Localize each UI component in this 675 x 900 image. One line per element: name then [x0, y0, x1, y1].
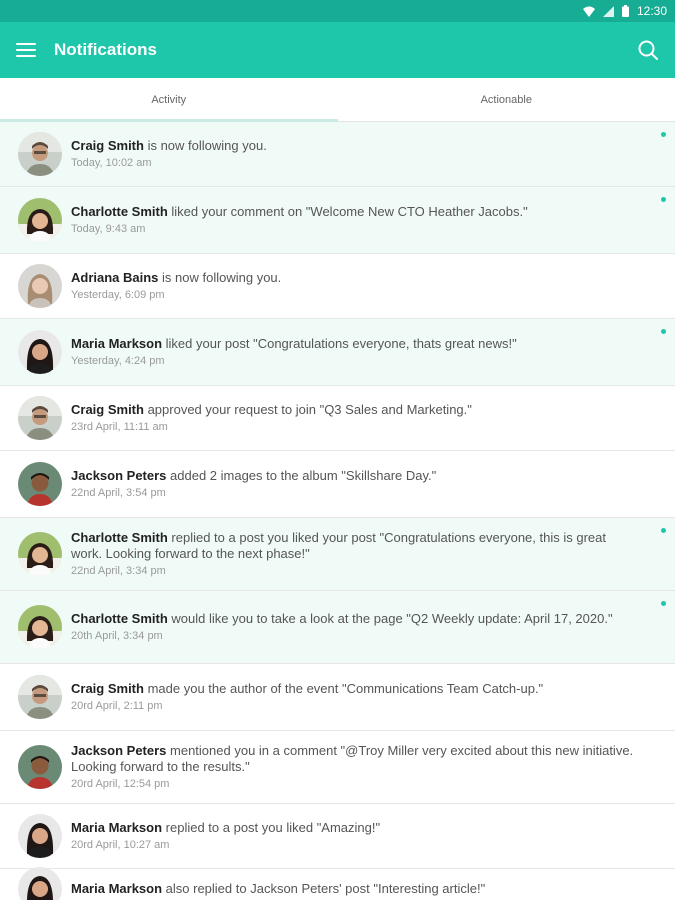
timestamp: 20rd April, 12:54 pm — [71, 778, 170, 790]
notification-message: Adriana Bains is now following you. — [71, 270, 639, 286]
notification-text: is now following you. — [143, 138, 267, 153]
notification-message: Craig Smith made you the author of the e… — [71, 681, 639, 697]
signal-icon — [602, 5, 614, 17]
notification-content: Craig Smith approved your request to joi… — [71, 402, 639, 434]
notification-content: Craig Smith is now following you. Today, … — [71, 138, 639, 170]
notification-content: Charlotte Smith replied to a post you li… — [71, 530, 639, 578]
user-name[interactable]: Charlotte Smith — [71, 611, 168, 626]
notification-item[interactable]: Maria Markson replied to a post you like… — [0, 804, 675, 869]
notification-item[interactable]: Craig Smith made you the author of the e… — [0, 664, 675, 731]
notification-content: Maria Markson replied to a post you like… — [71, 820, 639, 852]
notification-message: Charlotte Smith would like you to take a… — [71, 611, 639, 627]
notification-message: Jackson Peters added 2 images to the alb… — [71, 468, 639, 484]
notification-list: Craig Smith is now following you. Today, … — [0, 122, 675, 900]
user-name[interactable]: Maria Markson — [71, 820, 162, 835]
avatar[interactable] — [18, 330, 62, 374]
notification-content: Charlotte Smith liked your comment on "W… — [71, 204, 639, 236]
notification-text: replied to a post you liked "Amazing!" — [162, 820, 381, 835]
wifi-icon — [582, 6, 595, 17]
avatar[interactable] — [18, 745, 62, 789]
timestamp: 20rd April, 2:11 pm — [71, 700, 163, 712]
avatar[interactable] — [18, 675, 62, 719]
user-name[interactable]: Craig Smith — [71, 402, 144, 417]
timestamp: Yesterday, 6:09 pm — [71, 289, 165, 301]
notification-message: Charlotte Smith liked your comment on "W… — [71, 204, 639, 220]
notification-text: approved your request to join "Q3 Sales … — [143, 402, 472, 417]
unread-indicator — [661, 329, 666, 334]
battery-icon — [621, 5, 629, 17]
tab-actionable[interactable]: Actionable — [338, 78, 675, 121]
notification-content: Charlotte Smith would like you to take a… — [71, 611, 639, 643]
notification-text: made you the author of the event "Commun… — [143, 681, 544, 696]
notification-content: Jackson Peters added 2 images to the alb… — [71, 468, 639, 500]
user-name[interactable]: Maria Markson — [71, 881, 162, 896]
timestamp: Yesterday, 4:24 pm — [71, 355, 165, 367]
notification-item[interactable]: Jackson Peters added 2 images to the alb… — [0, 451, 675, 518]
notification-item[interactable]: Jackson Peters mentioned you in a commen… — [0, 731, 675, 804]
status-bar: 12:30 — [0, 0, 675, 22]
avatar[interactable] — [18, 532, 62, 576]
notification-text: liked your comment on "Welcome New CTO H… — [167, 204, 528, 219]
notification-text: liked your post "Congratulations everyon… — [162, 336, 517, 351]
user-name[interactable]: Charlotte Smith — [71, 204, 168, 219]
avatar[interactable] — [18, 866, 62, 900]
user-name[interactable]: Charlotte Smith — [71, 530, 168, 545]
notification-item[interactable]: Craig Smith approved your request to joi… — [0, 386, 675, 451]
timestamp: 22nd April, 3:54 pm — [71, 487, 166, 499]
avatar[interactable] — [18, 396, 62, 440]
notification-content: Maria Markson also replied to Jackson Pe… — [71, 881, 639, 897]
timestamp: 20rd April, 10:27 am — [71, 839, 170, 851]
notification-item[interactable]: Adriana Bains is now following you. Yeste… — [0, 254, 675, 319]
tab-activity[interactable]: Activity — [0, 78, 338, 122]
user-name[interactable]: Jackson Peters — [71, 468, 166, 483]
avatar[interactable] — [18, 462, 62, 506]
notification-item[interactable]: Charlotte Smith would like you to take a… — [0, 591, 675, 664]
notification-text: is now following you. — [158, 270, 282, 285]
notification-message: Craig Smith is now following you. — [71, 138, 639, 154]
notification-content: Maria Markson liked your post "Congratul… — [71, 336, 639, 368]
avatar[interactable] — [18, 814, 62, 858]
notification-content: Adriana Bains is now following you. Yeste… — [71, 270, 639, 302]
user-name[interactable]: Craig Smith — [71, 681, 144, 696]
notification-message: Maria Markson liked your post "Congratul… — [71, 336, 639, 352]
avatar[interactable] — [18, 605, 62, 649]
avatar[interactable] — [18, 198, 62, 242]
timestamp: Today, 10:02 am — [71, 157, 152, 169]
timestamp: 22nd April, 3:34 pm — [71, 565, 166, 577]
notification-item[interactable]: Charlotte Smith replied to a post you li… — [0, 518, 675, 591]
timestamp: Today, 9:43 am — [71, 223, 146, 235]
notification-message: Maria Markson replied to a post you like… — [71, 820, 639, 836]
status-time: 12:30 — [636, 4, 667, 18]
notification-message: Jackson Peters mentioned you in a commen… — [71, 743, 639, 775]
user-name[interactable]: Craig Smith — [71, 138, 144, 153]
app-bar: Notifications — [0, 22, 675, 78]
unread-indicator — [661, 528, 666, 533]
unread-indicator — [661, 601, 666, 606]
avatar[interactable] — [18, 132, 62, 176]
notification-content: Jackson Peters mentioned you in a commen… — [71, 743, 639, 791]
notification-message: Charlotte Smith replied to a post you li… — [71, 530, 639, 562]
unread-indicator — [661, 197, 666, 202]
notification-item[interactable]: Maria Markson also replied to Jackson Pe… — [0, 866, 675, 900]
notification-text: added 2 images to the album "Skillshare … — [166, 468, 437, 483]
user-name[interactable]: Jackson Peters — [71, 743, 166, 758]
timestamp: 20th April, 3:34 pm — [71, 630, 163, 642]
timestamp: 23rd April, 11:11 am — [71, 421, 168, 433]
tab-bar: Activity Actionable — [0, 78, 675, 122]
page-title: Notifications — [54, 40, 157, 59]
notification-item[interactable]: Craig Smith is now following you. Today, … — [0, 122, 675, 187]
notification-text: would like you to take a look at the pag… — [167, 611, 613, 626]
notification-item[interactable]: Maria Markson liked your post "Congratul… — [0, 319, 675, 386]
notification-message: Craig Smith approved your request to joi… — [71, 402, 639, 418]
unread-indicator — [661, 132, 666, 137]
notification-content: Craig Smith made you the author of the e… — [71, 681, 639, 713]
user-name[interactable]: Adriana Bains — [71, 270, 158, 285]
menu-icon[interactable] — [16, 43, 36, 57]
avatar[interactable] — [18, 264, 62, 308]
search-icon[interactable] — [637, 39, 659, 61]
notification-text: also replied to Jackson Peters' post "In… — [162, 880, 486, 896]
notification-item[interactable]: Charlotte Smith liked your comment on "W… — [0, 187, 675, 254]
user-name[interactable]: Maria Markson — [71, 336, 162, 351]
notification-message: Maria Markson also replied to Jackson Pe… — [71, 881, 639, 897]
